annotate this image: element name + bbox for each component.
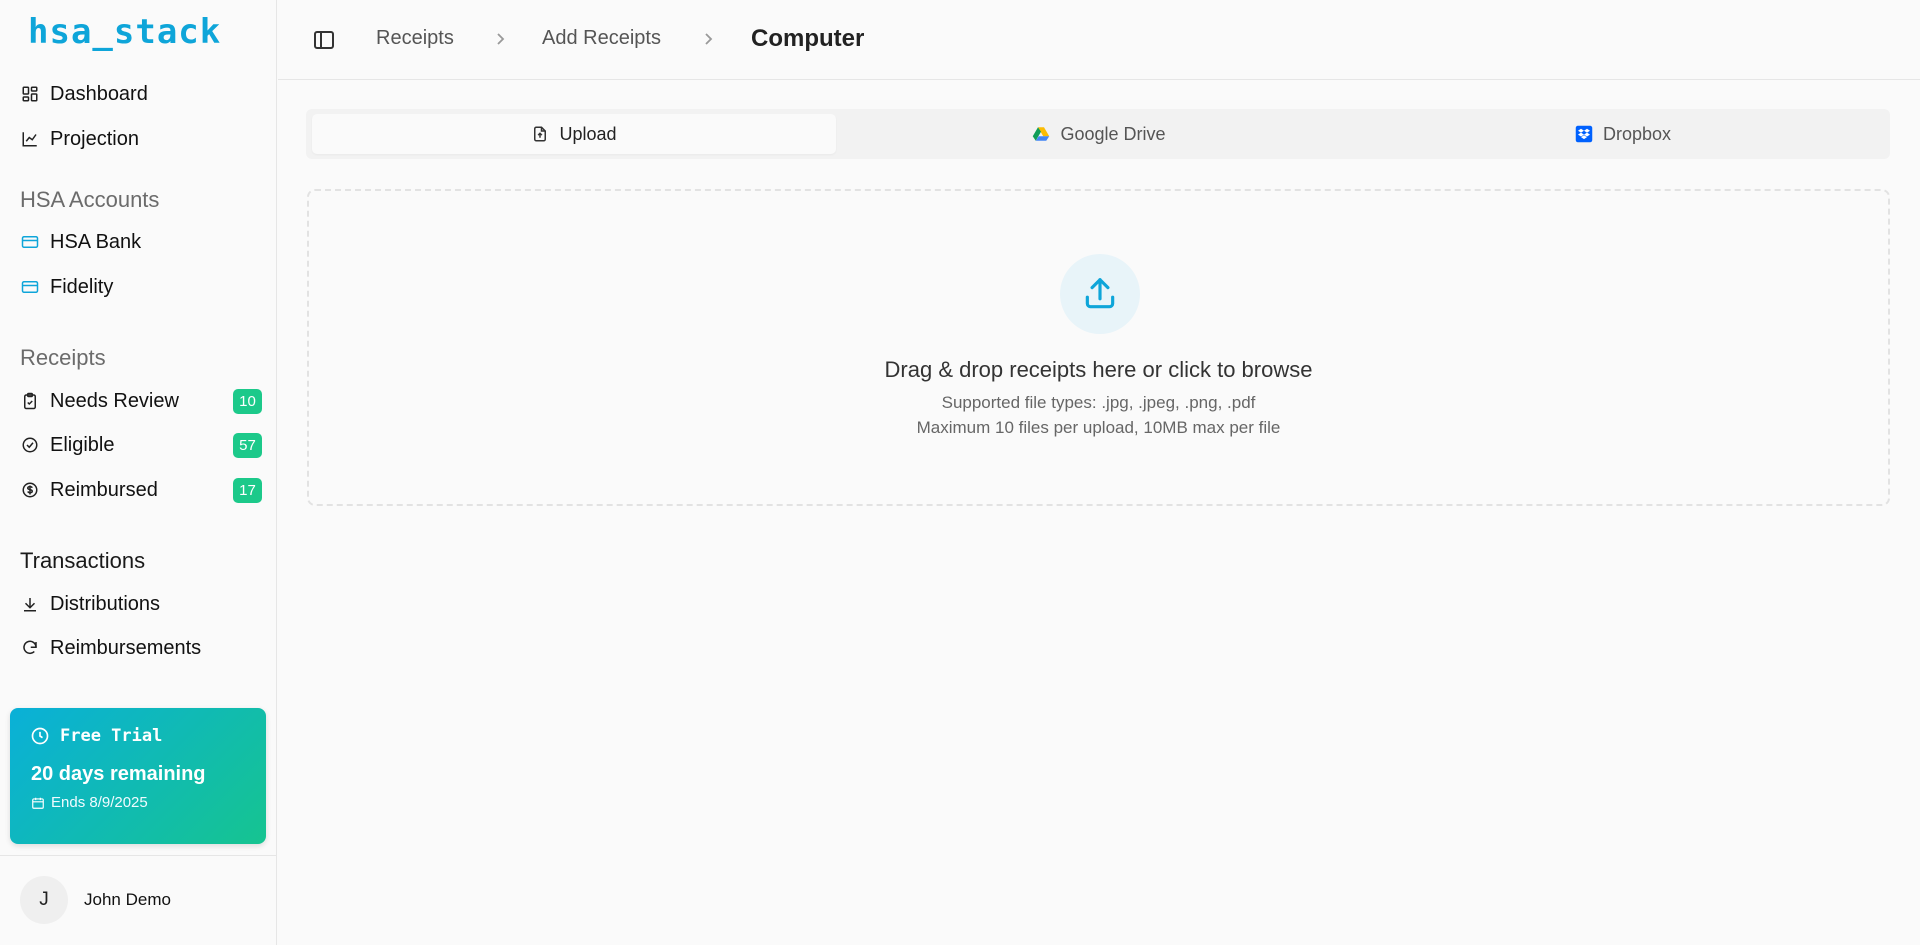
user-menu[interactable]: J John Demo xyxy=(20,876,171,924)
sidebar-item-label: Fidelity xyxy=(50,275,114,298)
file-upload-icon xyxy=(534,126,547,142)
file-dropzone[interactable]: Drag & drop receipts here or click to br… xyxy=(307,189,1890,506)
google-drive-icon xyxy=(1033,127,1050,141)
section-label-transactions: Transactions xyxy=(20,548,146,573)
dollar-circle-icon xyxy=(20,480,40,500)
tab-upload[interactable]: Upload xyxy=(312,114,836,154)
tab-dropbox[interactable]: Dropbox xyxy=(1362,114,1884,154)
trial-title: Free Trial xyxy=(60,726,163,746)
download-icon xyxy=(20,594,40,614)
trial-end-date: Ends 8/9/2025 xyxy=(31,794,148,811)
sidebar-item-label: Eligible xyxy=(50,433,115,456)
section-label-hsa-accounts: HSA Accounts xyxy=(20,187,160,212)
app-logo[interactable]: hsa_stack xyxy=(28,12,221,52)
sidebar-item-reimbursements[interactable]: Reimbursements xyxy=(20,630,262,666)
check-circle-icon xyxy=(20,435,40,455)
count-badge: 17 xyxy=(233,478,262,503)
dropzone-title: Drag & drop receipts here or click to br… xyxy=(884,357,1313,382)
trial-end-label: Ends 8/9/2025 xyxy=(51,794,148,811)
topbar: Receipts Add Receipts Computer xyxy=(278,0,1920,80)
breadcrumb-receipts[interactable]: Receipts xyxy=(376,27,454,50)
sidebar-item-label: Projection xyxy=(50,127,139,150)
sidebar-item-projection[interactable]: Projection xyxy=(20,121,262,157)
clock-icon xyxy=(31,727,49,745)
trial-days-remaining: 20 days remaining xyxy=(31,763,206,785)
dashboard-icon xyxy=(20,84,40,104)
sidebar-item-reimbursed[interactable]: Reimbursed 17 xyxy=(20,472,262,508)
credit-card-icon xyxy=(20,232,40,252)
sidebar-item-label: Needs Review xyxy=(50,389,179,412)
sidebar-item-label: Dashboard xyxy=(50,82,148,105)
sidebar-item-dashboard[interactable]: Dashboard xyxy=(20,76,262,112)
dropzone-limits: Maximum 10 files per upload, 10MB max pe… xyxy=(916,418,1281,437)
dropzone-file-types: Supported file types: .jpg, .jpeg, .png,… xyxy=(941,393,1256,412)
sidebar-toggle-button[interactable] xyxy=(312,28,336,52)
chevron-right-icon xyxy=(497,33,505,45)
trial-header: Free Trial xyxy=(30,726,162,746)
credit-card-icon xyxy=(20,277,40,297)
calendar-icon xyxy=(32,797,44,809)
sidebar-item-label: Reimbursements xyxy=(50,636,202,659)
clipboard-check-icon xyxy=(20,391,40,411)
tab-label: Upload xyxy=(559,123,617,144)
sidebar-item-label: HSA Bank xyxy=(50,230,142,253)
tab-label: Google Drive xyxy=(1060,123,1166,144)
sidebar-item-distributions[interactable]: Distributions xyxy=(20,586,262,622)
dropbox-icon xyxy=(1575,125,1593,143)
sidebar-toggle-icon xyxy=(314,31,334,49)
breadcrumb-add-receipts[interactable]: Add Receipts xyxy=(542,27,661,50)
sidebar-item-eligible[interactable]: Eligible 57 xyxy=(20,427,262,463)
chevron-right-icon xyxy=(705,33,713,45)
refresh-icon xyxy=(20,638,40,658)
count-badge: 10 xyxy=(233,389,262,414)
tab-google-drive[interactable]: Google Drive xyxy=(836,114,1362,154)
free-trial-card[interactable]: Free Trial 20 days remaining Ends 8/9/20… xyxy=(10,708,266,844)
sidebar-item-label: Distributions xyxy=(50,592,161,615)
avatar: J xyxy=(20,876,68,924)
user-name: John Demo xyxy=(84,890,171,909)
chart-line-icon xyxy=(20,129,40,149)
sidebar-item-hsa-bank[interactable]: HSA Bank xyxy=(20,224,262,260)
sidebar-item-label: Reimbursed xyxy=(50,478,158,501)
count-badge: 57 xyxy=(233,433,262,458)
sidebar: hsa_stack Dashboard Projection HSA Accou… xyxy=(0,0,277,945)
upload-icon-container xyxy=(1060,254,1140,334)
upload-icon xyxy=(1085,278,1115,309)
tab-label: Dropbox xyxy=(1602,123,1672,144)
divider xyxy=(0,855,277,856)
sidebar-item-needs-review[interactable]: Needs Review 10 xyxy=(20,383,262,419)
page-title: Computer xyxy=(751,25,865,52)
upload-source-tabs: Upload Google Drive Dropbox xyxy=(306,109,1890,159)
section-label-receipts: Receipts xyxy=(20,345,106,370)
sidebar-item-fidelity[interactable]: Fidelity xyxy=(20,269,262,305)
